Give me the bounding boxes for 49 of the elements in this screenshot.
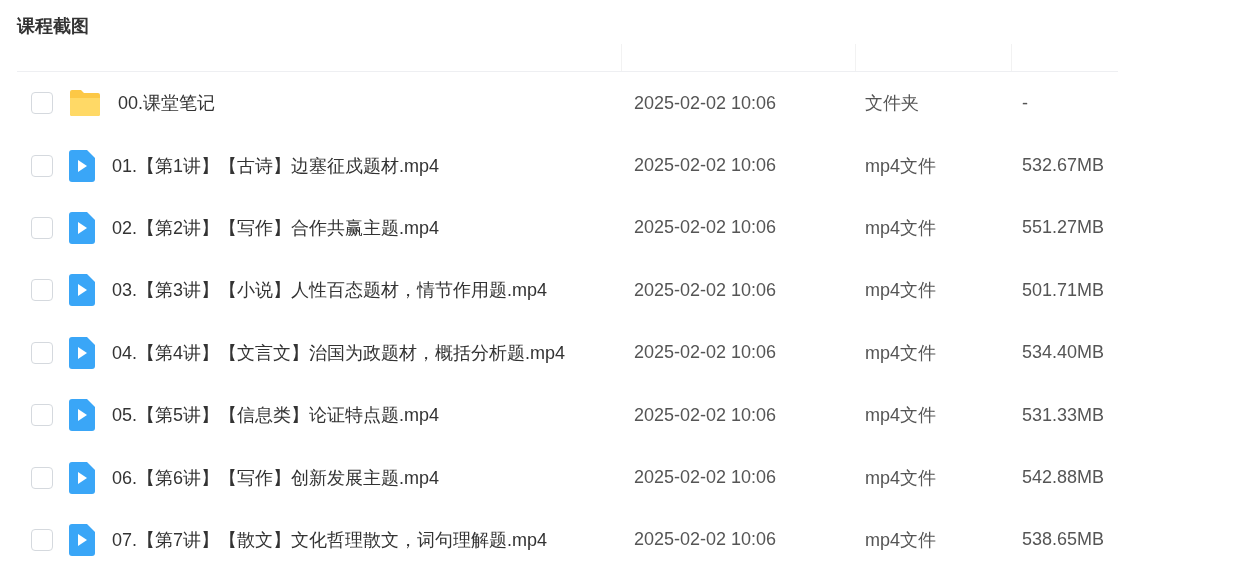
file-name[interactable]: 02.【第2讲】【写作】合作共赢主题.mp4 (112, 215, 440, 240)
file-name[interactable]: 05.【第5讲】【信息类】论证特点题.mp4 (112, 403, 440, 428)
page-title: 课程截图 (15, 15, 90, 38)
file-type: 文件夹 (865, 92, 919, 116)
file-name[interactable]: 03.【第3讲】【小说】人性百态题材，情节作用题.mp4 (112, 278, 548, 303)
file-type: mp4文件 (865, 404, 936, 428)
file-name[interactable]: 07.【第7讲】【散文】文化哲理散文，词句理解题.mp4 (112, 527, 548, 552)
file-size: 501.71MB (1022, 279, 1105, 301)
video-file-icon (69, 274, 95, 307)
modified-date: 2025-02-02 10:06 (634, 404, 777, 426)
modified-date: 2025-02-02 10:06 (634, 155, 777, 177)
file-name[interactable]: 04.【第4讲】【文言文】治国为政题材，概括分析题.mp4 (112, 340, 566, 365)
checkbox[interactable] (31, 154, 53, 177)
file-type: mp4文件 (865, 154, 936, 178)
file-name[interactable]: 06.【第6讲】【写作】创新发展主题.mp4 (112, 465, 440, 490)
video-file-icon (69, 399, 95, 432)
file-size: 538.65MB (1022, 529, 1105, 551)
folder-icon (69, 89, 101, 118)
checkbox[interactable] (31, 466, 53, 489)
file-type: mp4文件 (865, 279, 936, 303)
video-file-icon (69, 523, 95, 556)
modified-date: 2025-02-02 10:06 (634, 342, 777, 364)
modified-date: 2025-02-02 10:06 (634, 217, 777, 239)
file-size: - (1022, 92, 1028, 114)
file-size: 534.40MB (1022, 342, 1105, 364)
video-file-icon (69, 211, 95, 244)
checkbox[interactable] (31, 279, 53, 302)
checkbox[interactable] (31, 341, 53, 364)
file-size: 531.33MB (1022, 404, 1105, 426)
file-type: mp4文件 (865, 341, 936, 365)
modified-date: 2025-02-02 10:06 (634, 529, 777, 551)
file-type: mp4文件 (865, 216, 936, 240)
file-size: 542.88MB (1022, 467, 1105, 489)
video-file-icon (69, 336, 95, 369)
file-type: mp4文件 (865, 528, 936, 552)
file-type: mp4文件 (865, 466, 936, 490)
modified-date: 2025-02-02 10:06 (634, 467, 777, 489)
file-size: 532.67MB (1022, 155, 1105, 177)
file-name[interactable]: 00.课堂笔记 (118, 91, 216, 116)
video-file-icon (69, 461, 95, 494)
modified-date: 2025-02-02 10:06 (634, 279, 777, 301)
video-file-icon (69, 149, 95, 182)
file-name[interactable]: 01.【第1讲】【古诗】边塞征戍题材.mp4 (112, 153, 440, 178)
modified-date: 2025-02-02 10:06 (634, 92, 777, 114)
checkbox[interactable] (31, 216, 53, 239)
checkbox[interactable] (31, 92, 53, 115)
file-size: 551.27MB (1022, 217, 1105, 239)
checkbox[interactable] (31, 528, 53, 551)
checkbox[interactable] (31, 404, 53, 427)
